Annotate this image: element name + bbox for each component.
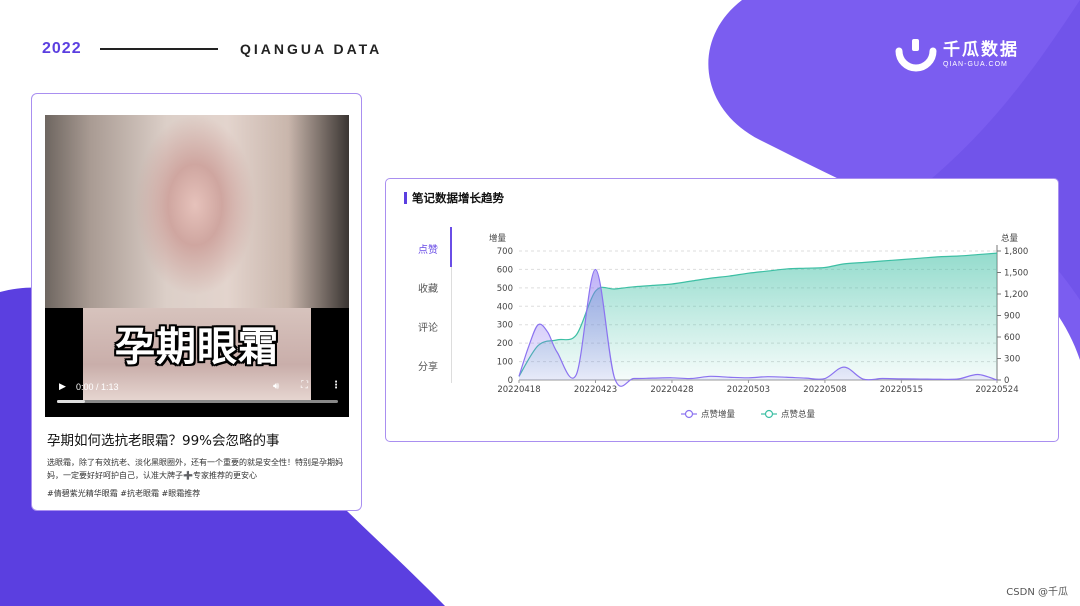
legend-label-total: 点赞总量	[781, 409, 816, 420]
legend-marker-total	[764, 409, 774, 419]
fullscreen-icon[interactable]: ⛶	[301, 380, 308, 391]
footer-note: CSDN @千瓜	[1006, 587, 1068, 598]
right-tick-label: 1,200	[1004, 290, 1028, 300]
x-tick-label: 20220508	[803, 385, 846, 395]
tab-likes[interactable]: 点赞	[406, 241, 450, 256]
legend-label-increment: 点赞增量	[701, 409, 736, 420]
play-icon[interactable]: ▶	[59, 382, 66, 392]
panel-title: 笔记数据增长趋势	[412, 191, 504, 205]
header-divider	[100, 48, 218, 50]
video-controls: ▶ 0:00 / 1:13 🔊︎ ⛶ ⋮	[45, 373, 349, 417]
tab-comments[interactable]: 评论	[406, 319, 450, 334]
growth-trend-panel: 笔记数据增长趋势 点赞 收藏 评论 分享 0 100 200 300 400 500 600…	[385, 178, 1059, 442]
video-frame-blurred	[45, 115, 349, 308]
video-time: 0:00 / 1:13	[76, 382, 119, 392]
right-tick-label: 600	[1004, 333, 1020, 343]
left-tick-label: 600	[497, 265, 513, 275]
post-description: 选眼霜，除了有效抗老、淡化黑眼圈外，还有一个重要的就是安全性！特别是孕期妈妈，一…	[47, 458, 343, 480]
header-brand: QIANGUA DATA	[240, 41, 383, 57]
tab-shares[interactable]: 分享	[406, 358, 450, 373]
qiangua-logo: 千瓜数据 QIAN-GUA.COM	[895, 37, 1019, 73]
header-year: 2022	[42, 40, 82, 57]
more-options-icon[interactable]: ⋮	[331, 380, 341, 391]
post-card: 孕期眼霜 ▶ 0:00 / 1:13 🔊︎ ⛶ ⋮ 孕期如何选抗老眼霜？99%会…	[31, 93, 362, 511]
right-tick-label: 1,500	[1004, 269, 1028, 279]
tab-active-indicator	[450, 227, 452, 267]
left-axis-title: 增量	[489, 233, 507, 244]
left-tick-label: 500	[497, 284, 513, 294]
right-axis-title: 总量	[1001, 233, 1019, 244]
post-tags: #倩碧紫光精华眼霜 #抗老眼霜 #眼霜推荐	[47, 489, 201, 498]
x-tick-label: 20220428	[650, 385, 693, 395]
left-tick-label: 200	[497, 339, 513, 349]
logo-mark-icon	[895, 39, 937, 72]
volume-icon[interactable]: 🔊︎	[273, 381, 279, 392]
right-tick-label: 900	[1004, 312, 1020, 322]
x-tick-label: 20220503	[727, 385, 770, 395]
logo-name-en: QIAN-GUA.COM	[943, 61, 1008, 68]
video-progress-fill	[57, 400, 86, 403]
metric-tabs: 点赞 收藏 评论 分享	[406, 227, 456, 387]
panel-title-accent	[404, 192, 407, 204]
left-tick-label: 700	[497, 247, 513, 257]
legend-marker-increment	[684, 409, 694, 419]
left-tick-label: 300	[497, 321, 513, 331]
right-tick-label: 1,800	[1004, 247, 1028, 257]
left-tick-label: 400	[497, 302, 513, 312]
right-tick-label: 300	[1004, 355, 1020, 365]
post-title: 孕期如何选抗老眼霜？99%会忽略的事	[47, 433, 280, 449]
tab-favorites[interactable]: 收藏	[406, 280, 450, 295]
x-tick-label: 20220423	[574, 385, 617, 395]
video-caption: 孕期眼霜	[115, 324, 279, 370]
growth-chart: 010020030040050060070003006009001,2001,5…	[489, 233, 1028, 420]
x-tick-label: 20220418	[497, 385, 540, 395]
video-player[interactable]: 孕期眼霜 ▶ 0:00 / 1:13 🔊︎ ⛶ ⋮	[45, 115, 349, 417]
x-tick-label: 20220515	[880, 385, 923, 395]
video-progress-bar[interactable]	[57, 400, 338, 403]
logo-name-cn: 千瓜数据	[943, 40, 1019, 60]
left-tick-label: 100	[497, 358, 513, 368]
x-tick-label: 20220524	[975, 385, 1018, 395]
